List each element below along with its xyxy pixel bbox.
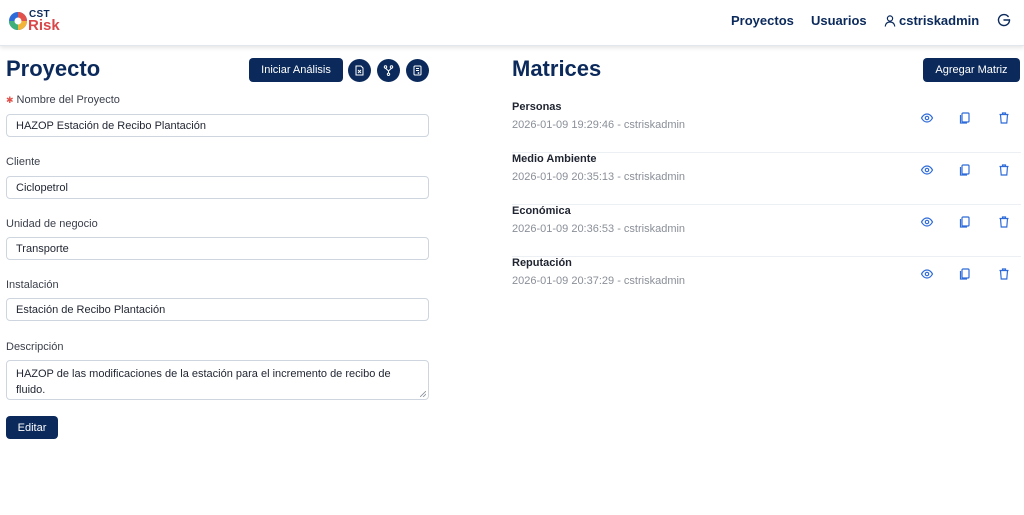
delete-trash-icon[interactable]	[997, 267, 1011, 281]
delete-trash-icon[interactable]	[997, 111, 1011, 125]
logo-text-bottom: Risk	[28, 17, 60, 34]
business-unit-input[interactable]: Transporte	[6, 237, 429, 260]
project-name-input[interactable]: HAZOP Estación de Recibo Plantación	[6, 114, 429, 137]
description-label: Descripción	[6, 341, 64, 353]
installation-label: Instalación	[6, 279, 59, 291]
user-icon	[884, 14, 896, 27]
resize-grip-icon[interactable]	[420, 391, 426, 397]
matrix-name: Económica	[512, 205, 571, 217]
matrices-title: Matrices	[512, 56, 602, 81]
view-eye-icon[interactable]	[920, 215, 934, 229]
business-unit-label: Unidad de negocio	[6, 218, 98, 230]
client-label: Cliente	[6, 156, 41, 168]
matrix-meta: 2026-01-09 20:35:13 - cstriskadmin	[512, 171, 686, 183]
copy-icon[interactable]	[958, 163, 972, 177]
matrix-item: Económica 2026-01-09 20:36:53 - cstriska…	[512, 205, 1021, 257]
logo-mark-icon	[9, 12, 27, 30]
add-matrix-button[interactable]: Agregar Matriz	[923, 58, 1020, 82]
matrix-name: Medio Ambiente	[512, 153, 597, 165]
branch-icon	[383, 65, 394, 76]
view-eye-icon[interactable]	[920, 267, 934, 281]
matrix-item: Reputación 2026-01-09 20:37:29 - cstrisk…	[512, 257, 1021, 309]
matrix-meta: 2026-01-09 20:36:53 - cstriskadmin	[512, 223, 686, 235]
matrix-name: Personas	[512, 101, 562, 113]
view-eye-icon[interactable]	[920, 163, 934, 177]
copy-icon[interactable]	[958, 267, 972, 281]
matrix-meta: 2026-01-09 20:37:29 - cstriskadmin	[512, 275, 686, 287]
user-menu[interactable]: cstriskadmin	[884, 13, 979, 28]
description-text: HAZOP de las modificaciones de la estaci…	[16, 368, 391, 396]
description-textarea[interactable]: HAZOP de las modificaciones de la estaci…	[6, 360, 429, 400]
client-input[interactable]: Ciclopetrol	[6, 176, 429, 199]
report-icon	[413, 65, 422, 76]
document-export-icon	[355, 65, 364, 76]
nav-link-usuarios[interactable]: Usuarios	[811, 13, 867, 28]
copy-icon[interactable]	[958, 215, 972, 229]
cst-risk-logo[interactable]: CST Risk	[8, 6, 68, 36]
flow-diagram-button[interactable]	[377, 59, 400, 82]
logout-icon[interactable]	[996, 12, 1012, 28]
username-label: cstriskadmin	[899, 13, 980, 28]
matrix-meta: 2026-01-09 19:29:46 - cstriskadmin	[512, 119, 686, 131]
project-name-label: ✱ Nombre del Proyecto	[6, 94, 120, 106]
matrix-item: Personas 2026-01-09 19:29:46 - cstriskad…	[512, 101, 1021, 153]
start-analysis-button[interactable]: Iniciar Análisis	[249, 58, 343, 82]
view-eye-icon[interactable]	[920, 111, 934, 125]
nav-link-proyectos[interactable]: Proyectos	[731, 13, 794, 28]
report-button[interactable]	[406, 59, 429, 82]
installation-input[interactable]: Estación de Recibo Plantación	[6, 298, 429, 321]
delete-trash-icon[interactable]	[997, 215, 1011, 229]
project-title: Proyecto	[6, 56, 101, 81]
matrix-item: Medio Ambiente 2026-01-09 20:35:13 - cst…	[512, 153, 1021, 205]
copy-icon[interactable]	[958, 111, 972, 125]
export-document-button[interactable]	[348, 59, 371, 82]
top-navbar: CST Risk Proyectos Usuarios cstriskadmin	[0, 0, 1024, 46]
matrix-name: Reputación	[512, 257, 572, 269]
required-marker: ✱	[6, 95, 14, 105]
edit-button[interactable]: Editar	[6, 416, 58, 439]
delete-trash-icon[interactable]	[997, 163, 1011, 177]
